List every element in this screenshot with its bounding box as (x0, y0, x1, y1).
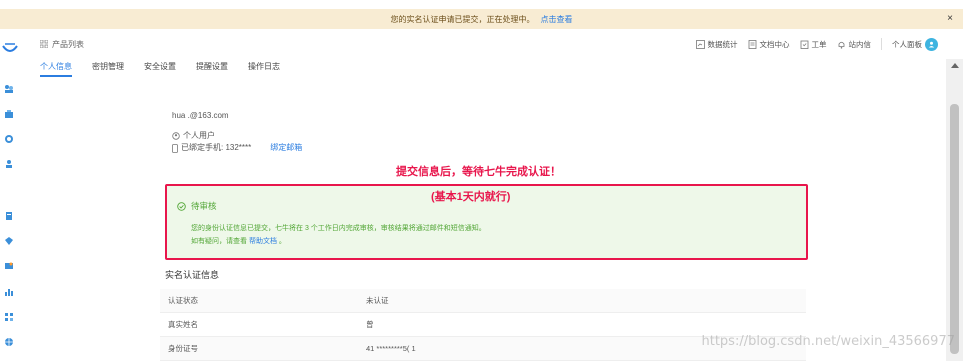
scroll-thumb[interactable] (950, 104, 959, 354)
ticket-icon (800, 40, 808, 49)
annotation-line-2: (基本1天内就行) (431, 191, 511, 203)
check-circle-icon (177, 201, 186, 211)
doc-center-label: 文档中心 (759, 39, 790, 49)
scroll-up-icon[interactable] (951, 63, 959, 68)
sidebar-building-icon[interactable] (4, 109, 14, 119)
review-help-suffix: 。 (278, 238, 286, 245)
user-email: hua .@163.com (172, 111, 229, 120)
tab-reminder-settings[interactable]: 提醒设置 (196, 59, 228, 77)
bell-icon (838, 41, 844, 49)
tab-operation-log[interactable]: 操作日志 (248, 59, 280, 77)
avatar[interactable] (925, 37, 938, 51)
topbar-actions: 数据统计 文档中心 工单 站内信 个人面板 (695, 37, 947, 51)
tab-key-management[interactable]: 密钥管理 (92, 59, 124, 77)
notice-bar: 您的实名认证申请已提交，正在处理中。 点击查看 × (0, 9, 963, 29)
doc-center-link[interactable]: 文档中心 (748, 39, 790, 50)
qiniu-logo-icon[interactable] (2, 43, 18, 57)
notice-text: 您的实名认证申请已提交，正在处理中。 (390, 14, 535, 24)
divider (881, 38, 882, 50)
personal-panel-button[interactable]: 个人面板 (892, 37, 938, 51)
grid-icon (40, 40, 48, 48)
review-text-line-2: 如有疑问，请查看 帮助文档 。 (191, 235, 486, 248)
tab-personal-info[interactable]: 个人信息 (40, 59, 72, 77)
data-stats-link[interactable]: 数据统计 (695, 39, 738, 50)
close-icon[interactable]: × (947, 13, 953, 24)
row-label: 真实姓名 (168, 320, 198, 329)
tab-bar: 个人信息 密钥管理 安全设置 提醒设置 操作日志 (40, 59, 280, 77)
product-list-label: 产品列表 (52, 39, 84, 49)
ticket-link[interactable]: 工单 (800, 39, 827, 50)
chart-icon (695, 39, 705, 49)
review-status-label: 待审核 (191, 201, 217, 211)
product-list-button[interactable]: 产品列表 (40, 39, 84, 50)
scrollbar[interactable] (946, 59, 963, 361)
sidebar-grid-icon[interactable] (4, 312, 14, 322)
phone-number: 已绑定手机: 132**** (181, 143, 252, 152)
tab-security-settings[interactable]: 安全设置 (144, 59, 176, 77)
user-icon (928, 41, 935, 47)
data-stats-label: 数据统计 (707, 39, 738, 49)
row-value: 未认证 (366, 296, 389, 305)
user-type-icon (172, 132, 180, 140)
sidebar-stats-icon[interactable] (4, 287, 14, 297)
user-type-row: 个人用户 (172, 130, 302, 142)
document-icon (748, 39, 756, 49)
personal-panel-label: 个人面板 (892, 39, 922, 49)
review-text-line-1: 您的身份认证信息已提交，七牛将在 3 个工作日内完成审核，审核结果将通过邮件和短… (191, 225, 486, 232)
sidebar (0, 29, 18, 361)
sidebar-box-icon[interactable] (4, 236, 14, 246)
notice-link[interactable]: 点击查看 (541, 14, 573, 25)
phone-row: 已绑定手机: 132**** 绑定邮箱 (172, 142, 302, 154)
section-title: 实名认证信息 (165, 270, 220, 280)
user-info: hua .@163.com 个人用户 已绑定手机: 132**** 绑定邮箱 (172, 110, 302, 154)
sidebar-globe-icon[interactable] (4, 337, 14, 347)
review-description: 您的身份认证信息已提交，七牛将在 3 个工作日内完成审核，审核结果将通过邮件和短… (191, 222, 486, 248)
row-label: 认证状态 (168, 296, 198, 305)
sidebar-image-icon[interactable] (4, 261, 14, 271)
inbox-label: 站内信 (848, 39, 872, 49)
user-type: 个人用户 (183, 131, 215, 140)
phone-icon (172, 143, 178, 153)
sidebar-doc-icon[interactable] (4, 211, 14, 221)
ticket-label: 工单 (811, 39, 827, 49)
row-value: 曾 (366, 320, 374, 329)
bind-email-link[interactable]: 绑定邮箱 (270, 142, 302, 154)
watermark: https://blog.csdn.net/weixin_43566977 (701, 334, 955, 349)
annotation-line-1: 提交信息后，等待七牛完成认证！ (396, 166, 561, 178)
row-label: 身份证号 (168, 344, 198, 353)
row-value: 41 *********5( 1 (366, 344, 416, 353)
review-status: 待审核 (177, 200, 217, 212)
topbar: 产品列表 数据统计 文档中心 工单 站内信 个人面板 (18, 29, 946, 59)
sidebar-cloud-icon[interactable] (4, 134, 14, 144)
help-doc-link[interactable]: 帮助文档 (249, 238, 277, 245)
sidebar-users-icon[interactable] (4, 84, 14, 94)
review-help-prefix: 如有疑问，请查看 (191, 238, 247, 245)
sidebar-person-icon[interactable] (4, 159, 14, 169)
table-row: 认证状态 未认证 (160, 289, 806, 313)
inbox-link[interactable]: 站内信 (837, 39, 872, 50)
info-table: 认证状态 未认证 真实姓名 曾 身份证号 41 *********5( 1 (160, 289, 806, 361)
